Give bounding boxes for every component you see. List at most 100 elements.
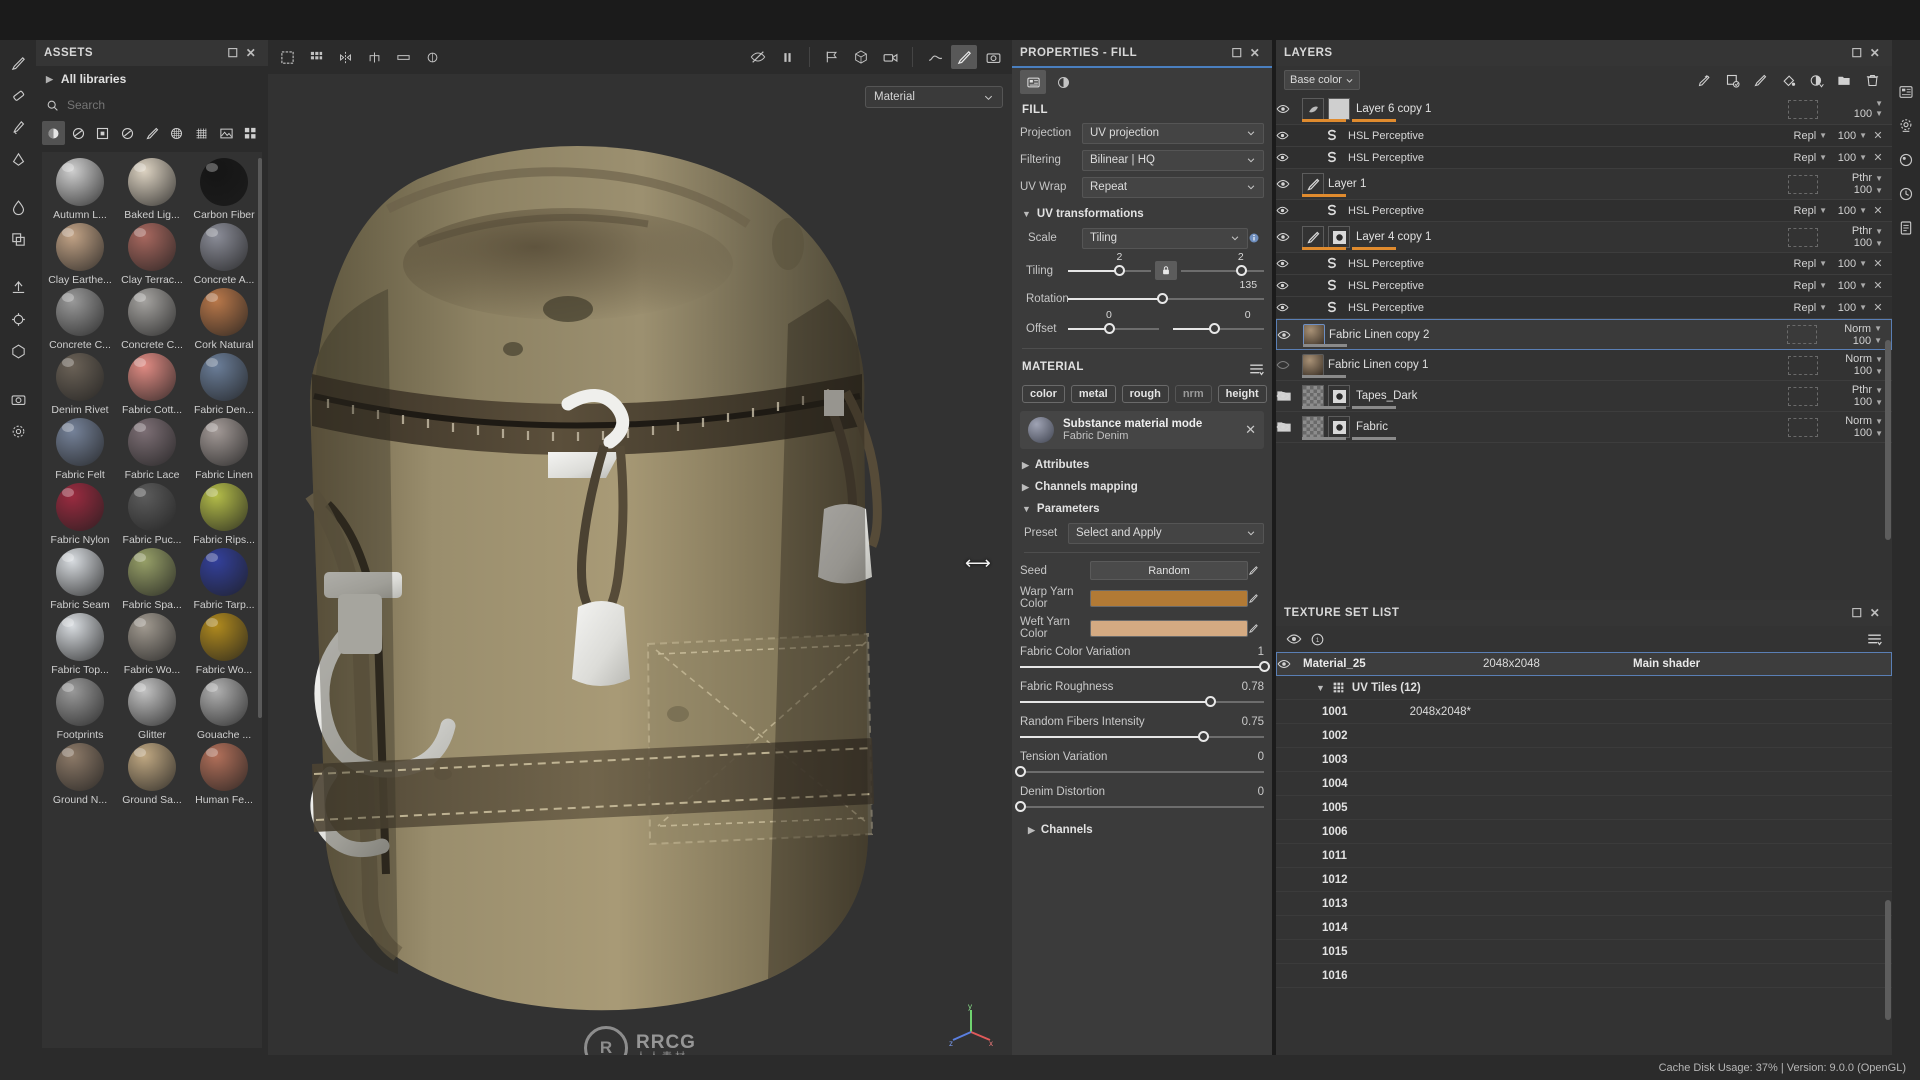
- uv-tile-row[interactable]: 1013: [1276, 892, 1892, 916]
- texture-set-close-icon[interactable]: ✕: [1866, 606, 1884, 620]
- warp-yarn-color-swatch[interactable]: [1090, 589, 1248, 607]
- asset-item[interactable]: Clay Terrac...: [116, 223, 188, 286]
- asset-item[interactable]: Fabric Seam: [44, 548, 116, 611]
- effect-blend-mode[interactable]: Repl: [1770, 280, 1817, 292]
- layer-content-thumbnail[interactable]: [1302, 385, 1324, 407]
- eraser-tool-icon[interactable]: [3, 80, 33, 110]
- layer-effect-row[interactable]: HSL Perceptive Repl ▼ 100 ▼ ✕: [1276, 125, 1892, 147]
- weft-yarn-color-swatch[interactable]: [1090, 619, 1248, 637]
- add-effect-icon[interactable]: [1692, 69, 1716, 91]
- asset-item[interactable]: Fabric Puc...: [116, 483, 188, 546]
- effect-opacity[interactable]: 100: [1830, 152, 1856, 164]
- export-icon[interactable]: [3, 272, 33, 302]
- effect-blend-mode[interactable]: Repl: [1770, 130, 1817, 142]
- mirror-icon[interactable]: [361, 45, 387, 69]
- layer-mask-placeholder[interactable]: [1788, 355, 1819, 375]
- effect-blend-mode[interactable]: Repl: [1770, 205, 1817, 217]
- effect-opacity[interactable]: 100: [1830, 302, 1856, 314]
- asset-item[interactable]: Fabric Lace: [116, 418, 188, 481]
- filter-procedurals-icon[interactable]: [165, 121, 188, 145]
- asset-item[interactable]: Fabric Nylon: [44, 483, 116, 546]
- material-menu-icon[interactable]: [1249, 363, 1264, 376]
- effect-remove-icon[interactable]: ✕: [1870, 301, 1886, 314]
- properties-close-icon[interactable]: ✕: [1246, 46, 1264, 60]
- asset-item[interactable]: Glitter: [116, 678, 188, 741]
- hide-overlay-icon[interactable]: [745, 45, 771, 69]
- asset-item[interactable]: Cork Natural: [188, 288, 260, 351]
- layer-opacity[interactable]: 100: [1846, 184, 1872, 196]
- effect-opacity[interactable]: 100: [1830, 205, 1856, 217]
- uv-tiles-list[interactable]: 1001 2048x2048* 1002 1003 1004 1005 1006 1011 10…: [1276, 700, 1892, 988]
- attributes-group[interactable]: ▶ Attributes: [1022, 459, 1264, 471]
- effect-eye-icon[interactable]: [1276, 302, 1326, 313]
- single-channel-icon[interactable]: 1: [1310, 632, 1325, 647]
- material-channel-chip[interactable]: rough: [1121, 385, 1169, 403]
- parameter-slider[interactable]: [1020, 660, 1270, 674]
- layer-opacity[interactable]: 100: [1845, 335, 1871, 347]
- screenshot-icon[interactable]: [980, 45, 1006, 69]
- channels-mapping-group[interactable]: ▶ Channels mapping: [1022, 481, 1264, 493]
- asset-item[interactable]: Autumn L...: [44, 158, 116, 221]
- uv-tiles-header[interactable]: ▼ UV Tiles (12): [1276, 676, 1892, 700]
- smudge-tool-icon[interactable]: [3, 192, 33, 222]
- warp-eyedropper-icon[interactable]: [1248, 593, 1264, 604]
- asset-item[interactable]: Fabric Tarp...: [188, 548, 260, 611]
- layer-opacity[interactable]: 100: [1846, 108, 1872, 120]
- add-folder-icon[interactable]: [1832, 69, 1856, 91]
- asset-item[interactable]: Concrete C...: [44, 288, 116, 351]
- asset-item[interactable]: Ground N...: [44, 743, 116, 806]
- effect-blend-mode[interactable]: Repl: [1770, 258, 1817, 270]
- paint-mode-icon[interactable]: [951, 45, 977, 69]
- effect-eye-icon[interactable]: [1276, 258, 1326, 269]
- asset-item[interactable]: Fabric Spa...: [116, 548, 188, 611]
- texture-set-dock-icon[interactable]: ☐: [1848, 606, 1866, 620]
- assets-scrollbar[interactable]: [258, 158, 262, 718]
- layer-eye-icon[interactable]: [1276, 421, 1302, 433]
- filtering-select[interactable]: Bilinear | HQ: [1082, 149, 1264, 171]
- layer-effect-row[interactable]: HSL Perceptive Repl ▼ 100 ▼ ✕: [1276, 275, 1892, 297]
- layers-close-icon[interactable]: ✕: [1866, 46, 1884, 60]
- assets-close-icon[interactable]: ✕: [242, 46, 260, 60]
- display-settings-rail-icon[interactable]: [1894, 114, 1918, 138]
- physical-size-icon[interactable]: [922, 45, 948, 69]
- layer-mask-placeholder[interactable]: [1788, 386, 1819, 406]
- layer-material-thumbnail[interactable]: [1303, 323, 1325, 346]
- axis-gizmo[interactable]: y x z: [948, 1002, 994, 1048]
- effect-blend-mode[interactable]: Repl: [1770, 302, 1817, 314]
- weft-eyedropper-icon[interactable]: [1248, 623, 1264, 634]
- tab-fill-properties[interactable]: [1020, 70, 1046, 94]
- layers-dock-icon[interactable]: ☐: [1848, 46, 1866, 60]
- tri-planar-icon[interactable]: [3, 336, 33, 366]
- material-channel-chip[interactable]: metal: [1070, 385, 1116, 403]
- substance-material-card[interactable]: Substance material mode Fabric Denim ✕: [1020, 411, 1264, 449]
- add-fill-icon[interactable]: [1776, 69, 1800, 91]
- layer-eye-icon[interactable]: [1276, 103, 1302, 115]
- asset-item[interactable]: Human Fe...: [188, 743, 260, 806]
- layer-folder-row[interactable]: Tapes_Dark Pthr ▼ 100 ▼: [1276, 381, 1892, 412]
- asset-item[interactable]: Concrete A...: [188, 223, 260, 286]
- offset-v-slider[interactable]: 0: [1173, 309, 1264, 338]
- rotation-slider[interactable]: 135: [1068, 279, 1264, 308]
- layer-blend-mode[interactable]: Pthr: [1826, 384, 1872, 396]
- layer-eye-icon[interactable]: [1276, 359, 1302, 371]
- layer-folder-row[interactable]: Fabric Norm ▼ 100 ▼: [1276, 412, 1892, 443]
- properties-dock-icon[interactable]: ☐: [1228, 46, 1246, 60]
- parameter-slider[interactable]: [1015, 800, 1264, 814]
- paint-tool-icon[interactable]: [3, 48, 33, 78]
- filter-smart-masks-icon[interactable]: [91, 121, 114, 145]
- asset-item[interactable]: Fabric Wo...: [188, 613, 260, 676]
- material-channel-chip[interactable]: nrm: [1174, 385, 1212, 403]
- parameter-slider[interactable]: [1020, 730, 1264, 744]
- effect-opacity[interactable]: 100: [1830, 280, 1856, 292]
- uv-tile-row[interactable]: 1006: [1276, 820, 1892, 844]
- layer-effect-row[interactable]: HSL Perceptive Repl ▼ 100 ▼ ✕: [1276, 147, 1892, 169]
- layer-blend-mode[interactable]: Norm: [1825, 323, 1871, 335]
- layer-opacity[interactable]: 100: [1846, 427, 1872, 439]
- scale-select[interactable]: Tiling: [1082, 227, 1248, 249]
- log-rail-icon[interactable]: [1894, 216, 1918, 240]
- shader-settings-rail-icon[interactable]: [1894, 148, 1918, 172]
- parameter-slider[interactable]: [1015, 765, 1264, 779]
- asset-item[interactable]: Fabric Top...: [44, 613, 116, 676]
- effect-eye-icon[interactable]: [1276, 152, 1326, 163]
- texture-set-scrollbar[interactable]: [1885, 900, 1891, 1020]
